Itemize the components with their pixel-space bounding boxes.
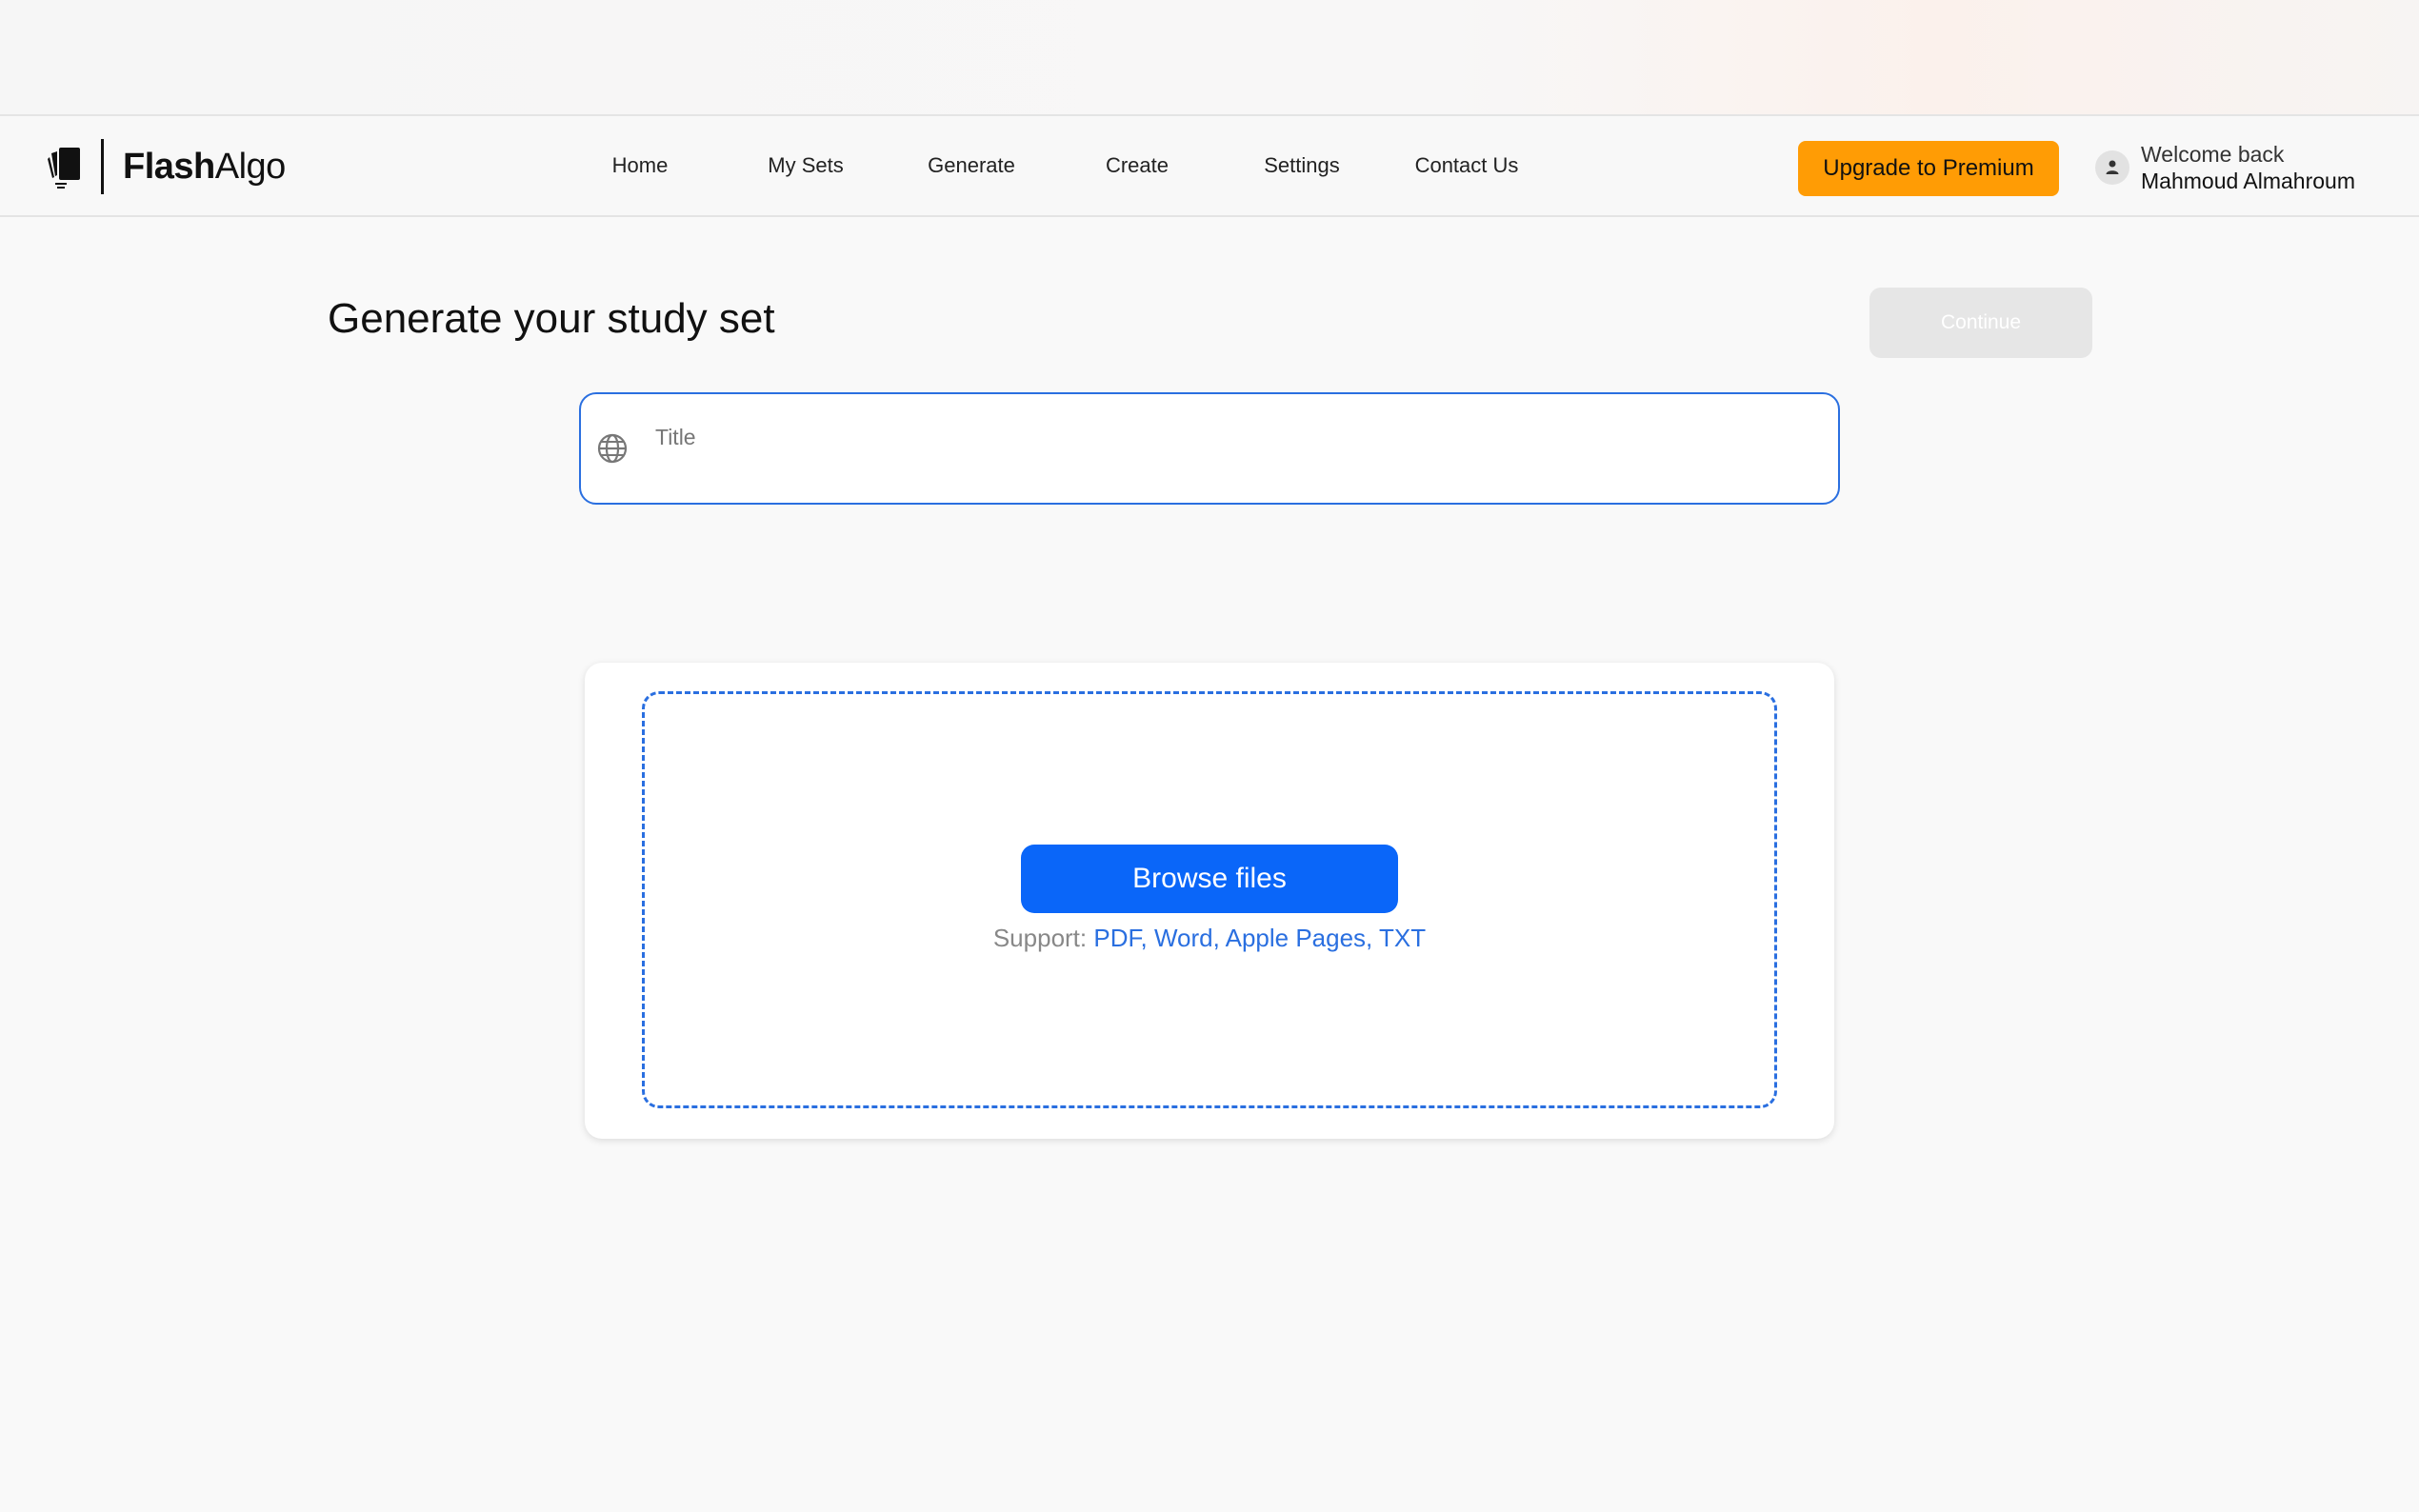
supported-formats: Support: PDF, Word, Apple Pages, TXT bbox=[0, 924, 2419, 953]
nav-item-contact-us[interactable]: Contact Us bbox=[1400, 116, 1533, 215]
browse-files-button[interactable]: Browse files bbox=[1021, 845, 1398, 913]
brand-name: FlashAlgo bbox=[123, 147, 286, 188]
nav-item-generate[interactable]: Generate bbox=[914, 116, 1029, 215]
globe-icon bbox=[597, 433, 628, 464]
brand-name-regular: Algo bbox=[214, 146, 287, 187]
user-greeting: Welcome back Mahmoud Almahroum bbox=[2141, 141, 2355, 194]
nav-item-settings[interactable]: Settings bbox=[1245, 116, 1359, 215]
brand-logo[interactable]: FlashAlgo bbox=[46, 139, 286, 194]
support-formats: PDF, Word, Apple Pages, TXT bbox=[1093, 924, 1427, 952]
upgrade-to-premium-button[interactable]: Upgrade to Premium bbox=[1798, 141, 2059, 196]
nav-item-create[interactable]: Create bbox=[1080, 116, 1194, 215]
page-title: Generate your study set bbox=[328, 295, 775, 342]
user-icon bbox=[2106, 160, 2119, 174]
navbar: FlashAlgo Home My Sets Generate Create S… bbox=[0, 114, 2419, 217]
nav-item-my-sets[interactable]: My Sets bbox=[749, 116, 863, 215]
flashcards-logo-icon bbox=[48, 148, 80, 189]
support-label: Support: bbox=[992, 924, 1088, 952]
logo-divider bbox=[101, 139, 104, 194]
title-field[interactable] bbox=[579, 392, 1840, 505]
top-background bbox=[0, 0, 2419, 114]
brand-name-bold: Flash bbox=[123, 146, 215, 187]
avatar bbox=[2095, 150, 2129, 185]
title-input[interactable] bbox=[653, 417, 1800, 457]
continue-button[interactable]: Continue bbox=[1869, 288, 2092, 358]
user-profile[interactable]: Welcome back Mahmoud Almahroum bbox=[2095, 139, 2355, 196]
welcome-text: Welcome back bbox=[2141, 142, 2285, 167]
nav-item-home[interactable]: Home bbox=[583, 116, 697, 215]
user-name: Mahmoud Almahroum bbox=[2141, 169, 2355, 193]
